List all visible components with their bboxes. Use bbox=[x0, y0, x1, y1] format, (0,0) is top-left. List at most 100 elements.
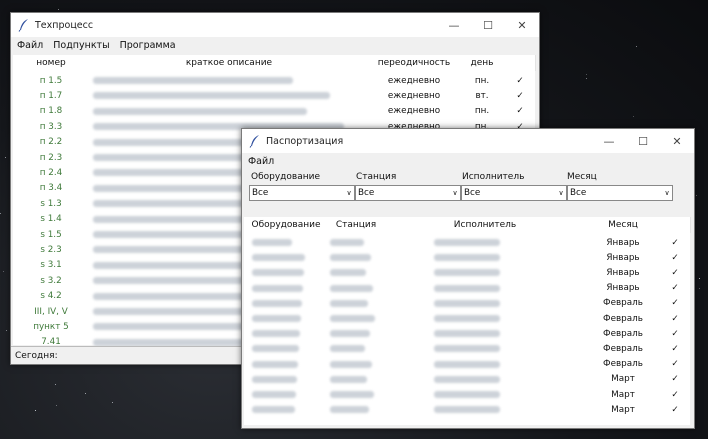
row-number[interactable]: s 1.5 bbox=[13, 227, 89, 242]
row-number[interactable]: s 2.3 bbox=[13, 242, 89, 257]
row-description[interactable] bbox=[93, 104, 363, 119]
row-number[interactable]: III, IV, V bbox=[13, 304, 89, 319]
row-number[interactable]: п 2.3 bbox=[13, 150, 89, 165]
row-check-icon[interactable]: ✓ bbox=[660, 387, 690, 402]
row-station[interactable] bbox=[330, 296, 384, 311]
row-check-icon[interactable]: ✓ bbox=[660, 402, 690, 417]
row-check-icon[interactable]: ✓ bbox=[505, 104, 535, 119]
row-station[interactable] bbox=[330, 250, 384, 265]
row-number[interactable]: п 1.8 bbox=[13, 104, 89, 119]
row-number[interactable]: s 3.1 bbox=[13, 258, 89, 273]
row-equipment[interactable] bbox=[252, 372, 322, 387]
row-month[interactable]: Февраль bbox=[586, 296, 660, 311]
pass-titlebar[interactable]: Паспортизация — ☐ ✕ bbox=[242, 129, 694, 153]
row-description[interactable] bbox=[93, 88, 363, 103]
col-equipment-header[interactable]: Оборудование bbox=[244, 217, 329, 233]
row-station[interactable] bbox=[330, 281, 384, 296]
row-executor[interactable] bbox=[434, 296, 544, 311]
row-check-icon[interactable]: ✓ bbox=[660, 265, 690, 280]
close-icon[interactable]: ✕ bbox=[660, 129, 694, 153]
menu-file[interactable]: Файл bbox=[17, 40, 43, 51]
row-number[interactable]: п 2.2 bbox=[13, 135, 89, 150]
row-station[interactable] bbox=[330, 357, 384, 372]
col-check-header[interactable] bbox=[660, 217, 691, 233]
row-executor[interactable] bbox=[434, 341, 544, 356]
filter-month-select[interactable]: Все ∨ bbox=[567, 185, 673, 201]
row-month[interactable]: Февраль bbox=[586, 311, 660, 326]
row-station[interactable] bbox=[330, 235, 384, 250]
row-check-icon[interactable]: ✓ bbox=[505, 88, 535, 103]
row-month[interactable]: Март bbox=[586, 372, 660, 387]
row-number[interactable]: п 1.5 bbox=[13, 73, 89, 88]
col-number-header[interactable]: номер bbox=[13, 55, 90, 71]
row-check-icon[interactable]: ✓ bbox=[660, 281, 690, 296]
row-month[interactable]: Январь bbox=[586, 265, 660, 280]
row-equipment[interactable] bbox=[252, 265, 322, 280]
filter-station-select[interactable]: Все ∨ bbox=[355, 185, 461, 201]
row-number[interactable]: s 1.4 bbox=[13, 212, 89, 227]
row-executor[interactable] bbox=[434, 357, 544, 372]
col-check-header[interactable] bbox=[505, 55, 536, 71]
row-month[interactable]: Январь bbox=[586, 281, 660, 296]
row-equipment[interactable] bbox=[252, 341, 322, 356]
filter-equipment-select[interactable]: Все ∨ bbox=[249, 185, 355, 201]
row-month[interactable]: Март bbox=[586, 402, 660, 417]
col-day-header[interactable]: день bbox=[459, 55, 506, 71]
row-month[interactable]: Февраль bbox=[586, 357, 660, 372]
row-station[interactable] bbox=[330, 387, 384, 402]
col-station-header[interactable]: Станция bbox=[328, 217, 385, 233]
col-description-header[interactable]: краткое описание bbox=[89, 55, 370, 71]
row-number[interactable]: пункт 5 bbox=[13, 319, 89, 334]
row-check-icon[interactable]: ✓ bbox=[660, 341, 690, 356]
row-executor[interactable] bbox=[434, 250, 544, 265]
row-station[interactable] bbox=[330, 265, 384, 280]
col-period-header[interactable]: переодичность bbox=[369, 55, 460, 71]
maximize-icon[interactable]: ☐ bbox=[471, 13, 505, 37]
row-check-icon[interactable]: ✓ bbox=[660, 372, 690, 387]
row-station[interactable] bbox=[330, 311, 384, 326]
minimize-icon[interactable]: — bbox=[592, 129, 626, 153]
row-check-icon[interactable]: ✓ bbox=[660, 235, 690, 250]
row-month[interactable]: Февраль bbox=[586, 341, 660, 356]
row-executor[interactable] bbox=[434, 326, 544, 341]
row-description[interactable] bbox=[93, 73, 363, 88]
row-station[interactable] bbox=[330, 402, 384, 417]
row-equipment[interactable] bbox=[252, 387, 322, 402]
menu-subitems[interactable]: Подпункты bbox=[53, 40, 109, 51]
row-number[interactable]: п 2.4 bbox=[13, 165, 89, 180]
row-check-icon[interactable]: ✓ bbox=[660, 357, 690, 372]
row-executor[interactable] bbox=[434, 235, 544, 250]
minimize-icon[interactable]: — bbox=[437, 13, 471, 37]
row-station[interactable] bbox=[330, 341, 384, 356]
row-check-icon[interactable]: ✓ bbox=[660, 311, 690, 326]
row-number[interactable]: п 1.7 bbox=[13, 88, 89, 103]
col-executor-header[interactable]: Исполнитель bbox=[384, 217, 587, 233]
row-executor[interactable] bbox=[434, 281, 544, 296]
row-check-icon[interactable]: ✓ bbox=[660, 250, 690, 265]
row-equipment[interactable] bbox=[252, 281, 322, 296]
row-check-icon[interactable]: ✓ bbox=[660, 296, 690, 311]
row-number[interactable]: п 3.3 bbox=[13, 119, 89, 134]
row-equipment[interactable] bbox=[252, 402, 322, 417]
row-number[interactable]: п 3.4 bbox=[13, 181, 89, 196]
row-month[interactable]: Январь bbox=[586, 235, 660, 250]
row-month[interactable]: Март bbox=[586, 387, 660, 402]
row-check-icon[interactable]: ✓ bbox=[660, 326, 690, 341]
row-number[interactable]: s 4.2 bbox=[13, 289, 89, 304]
col-month-header[interactable]: Месяц bbox=[586, 217, 661, 233]
row-number[interactable]: s 1.3 bbox=[13, 196, 89, 211]
row-equipment[interactable] bbox=[252, 326, 322, 341]
row-equipment[interactable] bbox=[252, 235, 322, 250]
row-executor[interactable] bbox=[434, 265, 544, 280]
row-station[interactable] bbox=[330, 326, 384, 341]
row-equipment[interactable] bbox=[252, 357, 322, 372]
row-check-icon[interactable]: ✓ bbox=[505, 73, 535, 88]
tech-titlebar[interactable]: Техпроцесс — ☐ ✕ bbox=[11, 13, 539, 37]
row-executor[interactable] bbox=[434, 402, 544, 417]
row-equipment[interactable] bbox=[252, 296, 322, 311]
row-executor[interactable] bbox=[434, 311, 544, 326]
row-month[interactable]: Январь bbox=[586, 250, 660, 265]
menu-file[interactable]: Файл bbox=[248, 156, 274, 167]
close-icon[interactable]: ✕ bbox=[505, 13, 539, 37]
menu-program[interactable]: Программа bbox=[120, 40, 176, 51]
